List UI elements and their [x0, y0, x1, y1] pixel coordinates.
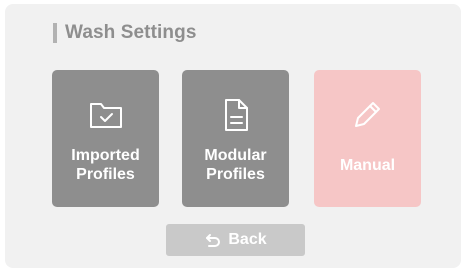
- document-icon: [218, 97, 254, 133]
- imported-profiles-button[interactable]: Imported Profiles: [52, 70, 159, 207]
- folder-check-icon: [88, 97, 124, 133]
- page-header: Wash Settings: [53, 22, 197, 44]
- back-label: Back: [228, 231, 267, 248]
- modular-profiles-button[interactable]: Modular Profiles: [182, 70, 289, 207]
- page-title: Wash Settings: [65, 22, 197, 43]
- pencil-icon: [349, 97, 385, 133]
- back-button[interactable]: Back: [166, 224, 305, 256]
- tile-label: Manual: [339, 157, 396, 174]
- undo-arrow-icon: [204, 231, 222, 249]
- manual-button[interactable]: Manual: [314, 70, 421, 207]
- tile-label: Imported Profiles: [71, 147, 140, 183]
- header-accent-bar: [53, 23, 57, 43]
- tile-label: Modular Profiles: [204, 147, 267, 183]
